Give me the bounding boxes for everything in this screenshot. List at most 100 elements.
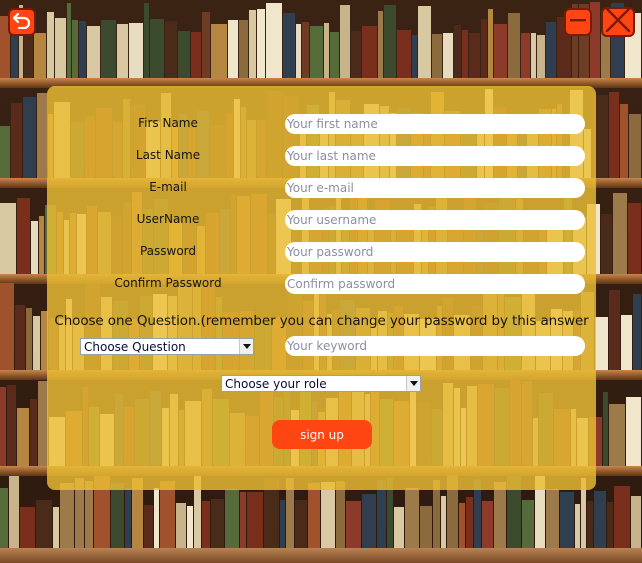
book-spine bbox=[239, 492, 246, 548]
book-spine bbox=[296, 24, 302, 78]
book-spine bbox=[143, 3, 149, 78]
book-spine bbox=[308, 483, 321, 548]
book-spine bbox=[593, 491, 606, 548]
last-name-input[interactable] bbox=[285, 146, 585, 166]
book-spine bbox=[8, 476, 19, 548]
book-spine bbox=[0, 387, 6, 466]
book-spine bbox=[201, 12, 211, 78]
book-spine bbox=[405, 488, 420, 548]
chevron-down-icon[interactable] bbox=[406, 376, 420, 391]
book-spine bbox=[211, 24, 227, 78]
book-spine bbox=[432, 34, 443, 78]
book-spine bbox=[149, 19, 165, 78]
book-spine bbox=[522, 500, 535, 548]
book-spine bbox=[494, 482, 507, 548]
password-row: Password bbox=[47, 242, 596, 262]
book-spine bbox=[629, 114, 641, 178]
book-spine bbox=[310, 26, 323, 78]
email-row: E-mail bbox=[47, 178, 596, 198]
back-button[interactable] bbox=[8, 8, 36, 36]
book-spine bbox=[72, 20, 79, 78]
book-spine bbox=[608, 92, 620, 178]
book-spine bbox=[0, 203, 16, 274]
security-question-select-value: Choose Question bbox=[84, 339, 186, 354]
minimize-button[interactable] bbox=[564, 8, 592, 36]
book-spine bbox=[482, 501, 494, 548]
book-spine bbox=[466, 497, 474, 548]
last-name-row: Last Name bbox=[47, 146, 596, 166]
role-select-value: Choose your role bbox=[225, 376, 327, 391]
book-spine bbox=[46, 12, 54, 78]
book-spine bbox=[124, 488, 131, 548]
role-select[interactable]: Choose your role bbox=[221, 375, 421, 392]
book-spine bbox=[6, 385, 16, 466]
book-spine bbox=[546, 489, 560, 548]
book-spine bbox=[507, 13, 521, 78]
book-spine bbox=[453, 25, 461, 78]
book-spine bbox=[601, 214, 613, 274]
book-spine bbox=[100, 20, 117, 78]
email-label: E-mail bbox=[149, 180, 187, 194]
first-name-label: Firs Name bbox=[138, 116, 198, 130]
book-spine bbox=[19, 507, 35, 548]
book-spine bbox=[178, 31, 190, 78]
book-spine bbox=[461, 30, 468, 78]
book-spine bbox=[417, 6, 432, 78]
book-spine bbox=[246, 492, 263, 548]
book-spine bbox=[159, 481, 175, 548]
book-spine bbox=[0, 283, 14, 370]
first-name-input[interactable] bbox=[285, 114, 585, 134]
username-label: UserName bbox=[136, 212, 200, 226]
book-spine bbox=[613, 193, 628, 274]
book-spine bbox=[443, 33, 453, 78]
password-label: Password bbox=[139, 244, 197, 258]
book-spine bbox=[79, 21, 87, 78]
book-spine bbox=[238, 20, 249, 78]
book-spine bbox=[0, 126, 10, 178]
book-spine bbox=[323, 23, 329, 78]
book-spine bbox=[340, 5, 351, 78]
book-spine bbox=[282, 13, 296, 78]
book-spine bbox=[602, 392, 608, 466]
username-row: UserName bbox=[47, 210, 596, 230]
book-spine bbox=[190, 32, 201, 78]
book-spine bbox=[397, 30, 411, 78]
book-spine bbox=[302, 22, 310, 78]
book-spine bbox=[394, 507, 405, 548]
book-spine bbox=[459, 503, 466, 548]
book-spine bbox=[249, 10, 257, 78]
password-input[interactable] bbox=[285, 242, 585, 262]
book-spine bbox=[488, 9, 494, 78]
close-button[interactable] bbox=[601, 7, 635, 37]
book-spine bbox=[37, 93, 48, 178]
back-arrow-icon bbox=[12, 11, 32, 33]
book-spine bbox=[351, 31, 361, 78]
book-spine bbox=[609, 290, 621, 370]
book-spine bbox=[628, 203, 641, 274]
confirm-password-input[interactable] bbox=[285, 274, 585, 294]
confirm-password-label: Confirm Password bbox=[114, 276, 222, 290]
book-spine bbox=[34, 33, 46, 78]
book-spine bbox=[175, 503, 186, 548]
book-spine bbox=[613, 486, 630, 548]
book-spine bbox=[0, 488, 8, 548]
book-spine bbox=[633, 294, 641, 370]
keyword-input[interactable] bbox=[285, 336, 585, 356]
first-name-row: Firs Name bbox=[47, 114, 596, 134]
security-question-select[interactable]: Choose Question bbox=[80, 338, 254, 355]
book-spine bbox=[29, 399, 37, 466]
book-spine bbox=[608, 404, 625, 466]
email-input[interactable] bbox=[285, 178, 585, 198]
username-input[interactable] bbox=[285, 210, 585, 230]
signup-button[interactable]: sign up bbox=[272, 420, 372, 449]
book-spine bbox=[560, 492, 574, 548]
book-spine bbox=[420, 506, 433, 548]
book-spine bbox=[84, 481, 93, 548]
book-spine bbox=[59, 483, 74, 548]
chevron-down-icon[interactable] bbox=[239, 339, 253, 354]
book-spine bbox=[481, 19, 488, 78]
book-spine bbox=[16, 198, 30, 274]
bookshelf-row bbox=[0, 0, 642, 78]
security-question-prompt: Choose one Question.(remember you can ch… bbox=[54, 313, 589, 329]
book-spine bbox=[336, 481, 346, 548]
